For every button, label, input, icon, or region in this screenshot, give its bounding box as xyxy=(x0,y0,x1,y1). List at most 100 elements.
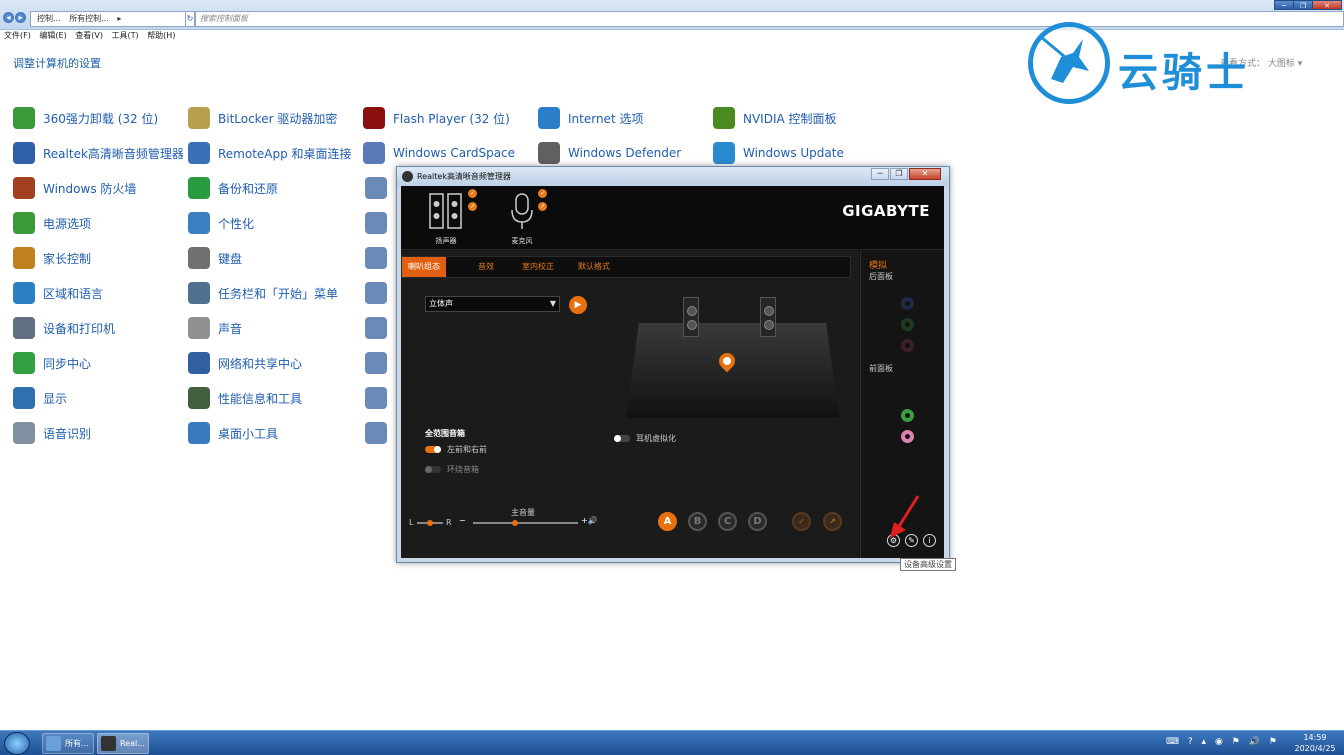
cp-item[interactable]: NVIDIA 控制面板 xyxy=(713,106,837,130)
defender-icon xyxy=(538,142,560,164)
front-right-speaker-icon[interactable] xyxy=(760,297,776,337)
forward-button[interactable]: ▸ xyxy=(15,12,26,23)
clock[interactable]: 14:59 2020/4/25 xyxy=(1290,732,1340,754)
cp-item[interactable]: 个性化 xyxy=(188,211,254,235)
performance-icon xyxy=(188,387,210,409)
cp-item[interactable]: 备份和还原 xyxy=(188,176,278,200)
menu-file[interactable]: 文件(F) xyxy=(4,31,31,40)
realtek-close-button[interactable]: ✕ xyxy=(909,168,941,180)
front-jack-pink-icon[interactable] xyxy=(901,430,914,443)
breadcrumb-all-items[interactable]: 所有控制... xyxy=(69,14,109,23)
hidden-cp-item-icon[interactable] xyxy=(365,422,387,444)
cp-item[interactable]: RemoteApp 和桌面连接 xyxy=(188,141,352,165)
menu-tools[interactable]: 工具(T) xyxy=(112,31,139,40)
volume-minus-icon[interactable]: − xyxy=(459,516,466,525)
device-speaker[interactable]: 扬声器 xyxy=(421,190,471,248)
breadcrumb-control[interactable]: 控制... xyxy=(37,14,61,23)
back-jack-pink-icon[interactable] xyxy=(901,339,914,352)
balance-thumb[interactable] xyxy=(427,520,433,526)
minimize-button[interactable]: ─ xyxy=(1274,0,1294,10)
cp-item[interactable]: 桌面小工具 xyxy=(188,421,278,445)
cp-item[interactable]: 声音 xyxy=(188,316,242,340)
cp-item[interactable]: 性能信息和工具 xyxy=(188,386,302,410)
surround-toggle[interactable] xyxy=(425,466,441,473)
balance-slider[interactable] xyxy=(417,520,443,526)
hidden-cp-item-icon[interactable] xyxy=(365,177,387,199)
cp-item[interactable]: 网络和共享中心 xyxy=(188,351,302,375)
close-button[interactable]: ✕ xyxy=(1312,0,1342,10)
cp-item[interactable]: Flash Player (32 位) xyxy=(363,106,510,130)
profile-a-button[interactable]: A xyxy=(658,512,677,531)
back-button[interactable]: ◂ xyxy=(3,12,14,23)
task-realtek[interactable]: Real... xyxy=(97,733,149,754)
cp-item[interactable]: 任务栏和「开始」菜单 xyxy=(188,281,338,305)
show-hidden-icons-icon[interactable]: ▴ xyxy=(1202,737,1207,747)
breadcrumb-chevron[interactable]: ▸ xyxy=(117,14,121,23)
speaker-config-select[interactable]: 立体声 ▼ xyxy=(425,296,560,312)
master-volume-slider[interactable] xyxy=(473,520,578,526)
check-icon[interactable]: ✓ xyxy=(792,512,811,531)
cp-item[interactable]: Windows 防火墙 xyxy=(13,176,136,200)
hidden-cp-item-icon[interactable] xyxy=(365,282,387,304)
front-jack-green-icon[interactable] xyxy=(901,409,914,422)
cp-item[interactable]: 键盘 xyxy=(188,246,242,270)
hidden-cp-item-icon[interactable] xyxy=(365,317,387,339)
cp-item[interactable]: BitLocker 驱动器加密 xyxy=(188,106,337,130)
menu-view[interactable]: 查看(V) xyxy=(75,31,103,40)
tab-speaker-config[interactable]: 喇叭组态 xyxy=(402,257,446,277)
headphone-virtualization-toggle[interactable] xyxy=(614,435,630,442)
profile-b-button[interactable]: B xyxy=(688,512,707,531)
address-bar[interactable]: 控制... 所有控制... ▸ xyxy=(30,11,186,27)
play-test-button[interactable]: ▶ xyxy=(569,296,587,314)
cp-item[interactable]: 电源选项 xyxy=(13,211,91,235)
refresh-icon[interactable]: ↻ xyxy=(185,11,195,27)
action-center-icon[interactable]: ⚑ xyxy=(1269,737,1277,747)
connector-icon[interactable]: ↗ xyxy=(823,512,842,531)
front-lr-toggle[interactable] xyxy=(425,446,441,453)
control-panel-icon xyxy=(46,736,61,751)
volume-plus-icon[interactable]: +🔊 xyxy=(581,516,598,525)
app-tray-icon[interactable]: ◉ xyxy=(1215,737,1223,747)
cp-item[interactable]: 区域和语言 xyxy=(13,281,103,305)
hidden-cp-item-icon[interactable] xyxy=(365,352,387,374)
cp-item[interactable]: 360强力卸载 (32 位) xyxy=(13,106,158,130)
front-left-speaker-icon[interactable] xyxy=(683,297,699,337)
cp-item[interactable]: 同步中心 xyxy=(13,351,91,375)
tab-sound-effects[interactable]: 音效 xyxy=(472,257,500,277)
hidden-cp-item-icon[interactable] xyxy=(365,247,387,269)
cp-item[interactable]: Windows Defender xyxy=(538,141,681,165)
start-button[interactable] xyxy=(4,732,30,755)
cp-item[interactable]: 显示 xyxy=(13,386,67,410)
hidden-cp-item-icon[interactable] xyxy=(365,387,387,409)
backup-icon xyxy=(188,177,210,199)
network-tray-icon[interactable]: ⚑ xyxy=(1232,737,1240,747)
tab-room-correction[interactable]: 室内校正 xyxy=(516,257,560,277)
profile-d-button[interactable]: D xyxy=(748,512,767,531)
cp-item[interactable]: 语音识别 xyxy=(13,421,91,445)
back-jack-green-icon[interactable] xyxy=(901,318,914,331)
menu-edit[interactable]: 编辑(E) xyxy=(39,31,66,40)
tab-default-format[interactable]: 默认格式 xyxy=(572,257,616,277)
cp-item[interactable]: 家长控制 xyxy=(13,246,91,270)
cp-item[interactable]: Windows Update xyxy=(713,141,844,165)
cp-item[interactable]: 设备和打印机 xyxy=(13,316,115,340)
back-jack-blue-icon[interactable] xyxy=(901,297,914,310)
cp-item[interactable]: Realtek高清晰音频管理器 xyxy=(13,141,184,165)
check-icon: ✓ xyxy=(468,189,477,198)
cp-item[interactable]: Internet 选项 xyxy=(538,106,643,130)
realtek-titlebar[interactable]: Realtek高清晰音频管理器 ─ ❐ ✕ xyxy=(397,167,949,186)
maximize-button[interactable]: ❐ xyxy=(1293,0,1313,10)
device-microphone[interactable]: 麦克风 xyxy=(497,190,547,248)
realtek-maximize-button[interactable]: ❐ xyxy=(890,168,908,180)
help-tray-icon[interactable]: ? xyxy=(1188,737,1193,747)
profile-c-button[interactable]: C xyxy=(718,512,737,531)
volume-tray-icon[interactable]: 🔊 xyxy=(1249,737,1260,747)
keyboard-tray-icon[interactable]: ⌨ xyxy=(1166,737,1179,747)
volume-thumb[interactable] xyxy=(512,520,518,526)
menu-help[interactable]: 帮助(H) xyxy=(147,31,175,40)
hidden-cp-item-icon[interactable] xyxy=(365,212,387,234)
realtek-minimize-button[interactable]: ─ xyxy=(871,168,889,180)
task-control-panel[interactable]: 所有... xyxy=(42,733,94,754)
cp-item[interactable]: Windows CardSpace xyxy=(363,141,515,165)
cp-item-label: 语音识别 xyxy=(43,426,92,441)
